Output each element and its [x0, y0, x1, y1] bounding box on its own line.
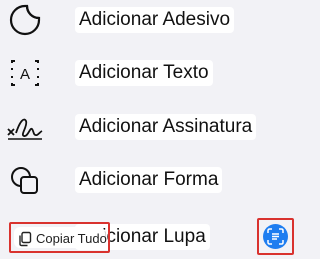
text-box-icon: A [11, 60, 39, 86]
menu-item-label: Adicionar Assinatura [75, 114, 257, 140]
copy-all-label: Copiar Tudo [36, 231, 107, 246]
live-text-highlight [257, 218, 294, 255]
sticker-icon [9, 4, 41, 36]
copy-all-button[interactable]: Copiar Tudo [14, 227, 107, 248]
menu-item-label: Adicionar Adesivo [75, 7, 235, 33]
signature-icon [7, 118, 43, 140]
menu-item-label: Adicionar Forma [75, 167, 223, 193]
live-text-scan-icon [267, 228, 284, 245]
copy-all-highlight: Copiar Tudo [9, 222, 110, 253]
svg-text:A: A [20, 66, 30, 83]
menu-item-add-sticker[interactable]: Adicionar Adesivo [0, 0, 300, 40]
menu-item-add-signature[interactable]: Adicionar Assinatura [0, 107, 300, 147]
live-text-button[interactable] [263, 224, 288, 249]
shapes-icon [11, 167, 38, 194]
menu-item-add-shape[interactable]: Adicionar Forma [0, 160, 300, 200]
menu-item-label: Adicionar Texto [75, 60, 213, 86]
menu-item-add-text[interactable]: A Adicionar Texto [0, 53, 300, 93]
copy-icon [19, 231, 32, 247]
